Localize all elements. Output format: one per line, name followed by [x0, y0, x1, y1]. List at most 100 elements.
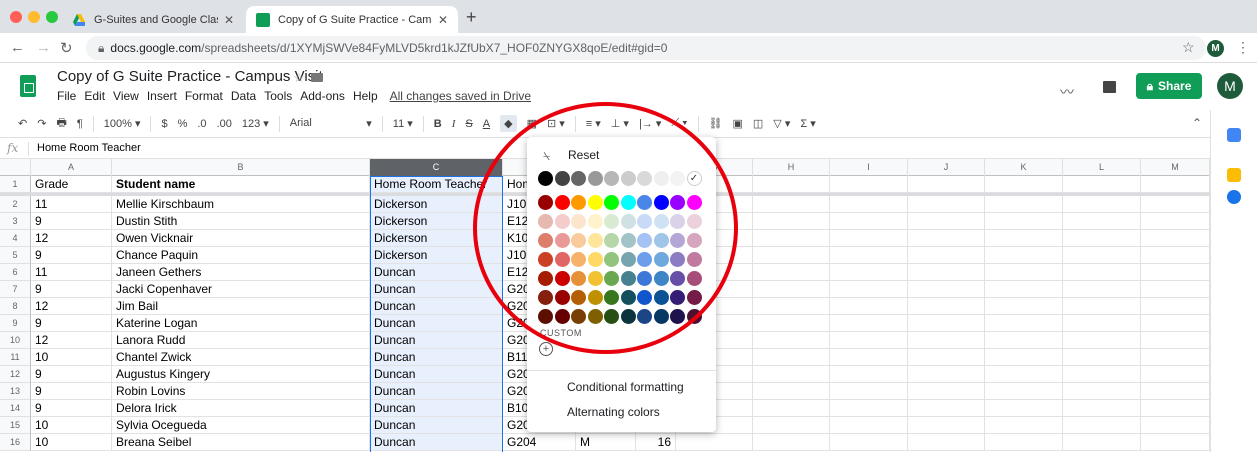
color-swatch[interactable]: [538, 309, 553, 324]
cell-i[interactable]: [830, 349, 908, 366]
color-swatch[interactable]: [670, 271, 685, 286]
color-swatch[interactable]: [653, 271, 669, 286]
cell-m[interactable]: [1141, 281, 1210, 298]
color-swatch[interactable]: [653, 171, 669, 186]
cell-h[interactable]: [753, 349, 830, 366]
cell-i[interactable]: [830, 264, 908, 281]
cell-h[interactable]: [753, 383, 830, 400]
cell-j[interactable]: [908, 281, 985, 298]
cell-m[interactable]: [1141, 434, 1210, 451]
browser-tab-sheet[interactable]: Copy of G Suite Practice - Cam ✕: [246, 6, 458, 33]
color-swatch[interactable]: [686, 214, 702, 229]
back-arrow-icon[interactable]: ←: [10, 39, 25, 56]
strikethrough-button[interactable]: S: [465, 118, 472, 130]
color-swatch[interactable]: [637, 309, 652, 324]
cell-j[interactable]: [908, 400, 985, 417]
column-header[interactable]: H: [753, 159, 830, 176]
cell-i[interactable]: [830, 400, 908, 417]
cell-k[interactable]: [985, 264, 1063, 281]
cell-b[interactable]: Chance Paquin: [112, 247, 370, 264]
menu-data[interactable]: Data: [231, 89, 256, 103]
currency-button[interactable]: $: [161, 118, 167, 130]
row-header[interactable]: 10: [0, 332, 31, 349]
conditional-formatting-option[interactable]: Conditional formatting: [567, 380, 684, 394]
column-header[interactable]: A: [31, 159, 112, 176]
cell-a[interactable]: 9: [31, 315, 112, 332]
cell-b[interactable]: Lanora Rudd: [112, 332, 370, 349]
color-swatch[interactable]: [538, 271, 553, 286]
cell-m[interactable]: [1141, 196, 1210, 213]
color-swatch[interactable]: [554, 171, 570, 186]
row-header[interactable]: 9: [0, 315, 31, 332]
browser-tab-classroom[interactable]: G-Suites and Google Classroo ✕: [62, 6, 244, 33]
share-button[interactable]: 🔒︎ Share: [1136, 73, 1202, 99]
cell-g[interactable]: [676, 434, 753, 451]
cell-j[interactable]: [908, 213, 985, 230]
cell-k[interactable]: [985, 349, 1063, 366]
column-header[interactable]: J: [908, 159, 985, 176]
bookmark-star-icon[interactable]: ☆: [1182, 39, 1195, 56]
cell-d[interactable]: G204: [503, 434, 576, 451]
color-swatch[interactable]: [538, 195, 553, 210]
cell-c[interactable]: Dickerson: [370, 196, 503, 213]
color-swatch[interactable]: [670, 195, 685, 210]
cell-b[interactable]: Katerine Logan: [112, 315, 370, 332]
star-doc-icon[interactable]: ☆: [293, 70, 305, 86]
cell-i[interactable]: [830, 176, 908, 193]
cell-a[interactable]: Grade: [31, 176, 112, 193]
insert-chart-icon[interactable]: ◫: [753, 117, 763, 130]
formula-input[interactable]: Home Room Teacher: [37, 142, 141, 154]
color-swatch[interactable]: [620, 214, 636, 229]
cell-c[interactable]: Dickerson: [370, 247, 503, 264]
cell-c[interactable]: Duncan: [370, 315, 503, 332]
cell-l[interactable]: [1063, 176, 1141, 193]
filter-icon[interactable]: ▽ ▾: [773, 117, 790, 130]
keep-icon[interactable]: [1227, 168, 1241, 182]
row-header[interactable]: 7: [0, 281, 31, 298]
color-swatch[interactable]: [637, 252, 652, 267]
color-swatch[interactable]: [686, 290, 702, 305]
color-swatch[interactable]: [587, 271, 603, 286]
color-swatch[interactable]: [587, 171, 603, 186]
zoom-select[interactable]: 100% ▾: [104, 117, 141, 130]
cell-h[interactable]: [753, 247, 830, 264]
font-select[interactable]: Arial ▾: [290, 117, 372, 130]
cell-j[interactable]: [908, 264, 985, 281]
comment-history-icon[interactable]: [1103, 81, 1116, 93]
color-swatch[interactable]: [604, 290, 619, 305]
merge-cells-icon[interactable]: ⊡ ▾: [547, 117, 565, 130]
cell-j[interactable]: [908, 332, 985, 349]
cell-b[interactable]: Owen Vicknair: [112, 230, 370, 247]
sheets-logo-icon[interactable]: [20, 75, 36, 97]
cell-h[interactable]: [753, 176, 830, 193]
cell-m[interactable]: [1141, 230, 1210, 247]
cell-m[interactable]: [1141, 383, 1210, 400]
cell-m[interactable]: [1141, 298, 1210, 315]
color-swatch[interactable]: [571, 271, 586, 286]
color-swatch[interactable]: [538, 252, 553, 267]
cell-h[interactable]: [753, 400, 830, 417]
cell-b[interactable]: Augustus Kingery: [112, 366, 370, 383]
cell-b[interactable]: Delora Irick: [112, 400, 370, 417]
reload-icon[interactable]: ↻: [60, 39, 73, 57]
cell-k[interactable]: [985, 366, 1063, 383]
url-input[interactable]: 🔒︎ docs.google.com/spreadsheets/d/1XYMjS…: [86, 36, 1206, 60]
add-custom-color-icon[interactable]: +: [539, 342, 553, 356]
color-swatch[interactable]: [670, 233, 685, 248]
cell-j[interactable]: [908, 349, 985, 366]
maximize-window-button[interactable]: [46, 11, 58, 23]
cell-a[interactable]: 9: [31, 247, 112, 264]
color-swatch[interactable]: [686, 309, 702, 324]
cell-i[interactable]: [830, 247, 908, 264]
menu-edit[interactable]: Edit: [84, 89, 105, 103]
cell-k[interactable]: [985, 434, 1063, 451]
row-header[interactable]: 12: [0, 366, 31, 383]
row-header[interactable]: 11: [0, 349, 31, 366]
cell-l[interactable]: [1063, 332, 1141, 349]
cell-i[interactable]: [830, 213, 908, 230]
cell-i[interactable]: [830, 383, 908, 400]
fill-color-button[interactable]: ◆: [500, 115, 517, 132]
color-swatch[interactable]: [686, 195, 702, 210]
color-swatch[interactable]: [587, 233, 603, 248]
cell-j[interactable]: [908, 315, 985, 332]
